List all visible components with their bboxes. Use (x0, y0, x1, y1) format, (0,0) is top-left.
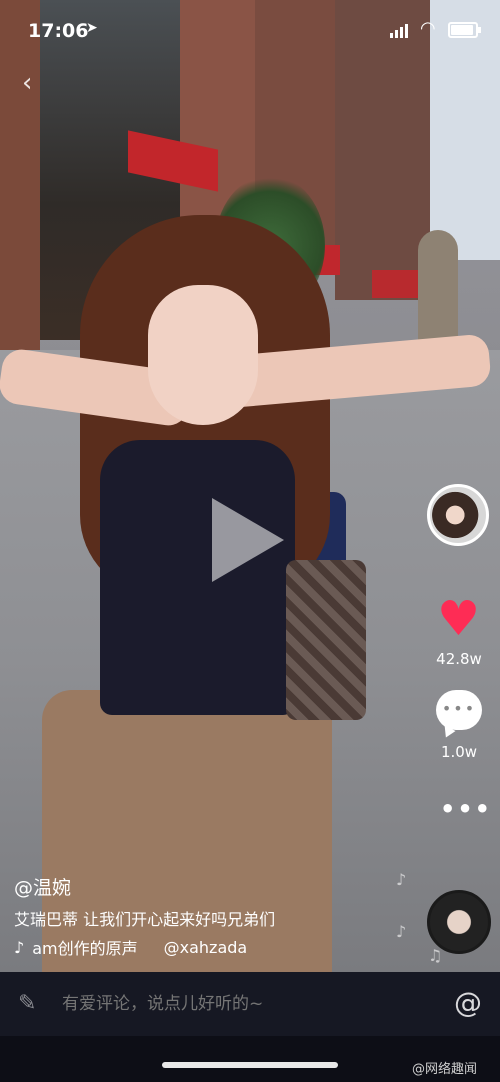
music-note-icon: ♪ (396, 870, 407, 889)
handbag (286, 560, 366, 720)
battery-fill (451, 25, 474, 35)
location-arrow-icon: ➤ (86, 20, 98, 36)
status-time: 17:06 (28, 20, 89, 42)
music-disc-icon[interactable] (427, 890, 491, 954)
like-count: 42.8w (436, 650, 482, 668)
music-note-icon-2: ♪ (396, 922, 407, 941)
home-indicator[interactable] (162, 1062, 338, 1068)
wifi-icon: ◠ (420, 18, 436, 39)
watermark: @网络趣闻 (412, 1062, 478, 1077)
comment-dots: ••• (441, 699, 477, 718)
person-face (148, 285, 258, 425)
pen-icon: ✎ (18, 991, 37, 1016)
comment-input[interactable] (62, 993, 422, 1015)
red-awning-3 (372, 270, 418, 298)
heart-icon[interactable]: ♥ (437, 595, 480, 643)
status-bar: 17:06 ➤ ◠ (0, 0, 500, 60)
patio-umbrella (418, 230, 458, 350)
video-description: 艾瑞巴蒂 让我们开心起来好吗兄弟们 (14, 910, 276, 929)
cellular-signal-icon (390, 24, 408, 38)
music-note-icon-3: ♫ (428, 946, 443, 965)
author-avatar[interactable] (427, 484, 489, 546)
video-screen: 17:06 ➤ ◠ ‹ ♥ 42.8w ••• 1.0w ••• ♪ ♪ ♫ @… (0, 0, 500, 1082)
play-icon[interactable] (212, 498, 284, 582)
music-author: @xahzada (163, 937, 248, 957)
comment-count: 1.0w (440, 743, 478, 761)
comment-icon[interactable]: ••• (436, 690, 482, 730)
back-chevron-icon[interactable]: ‹ (22, 68, 32, 98)
tiktok-note-icon: ♪ (14, 937, 25, 957)
comment-bar: ✎ @ (0, 972, 500, 1036)
video-frame[interactable] (0, 0, 500, 972)
mention-button[interactable]: @ (454, 986, 482, 1019)
music-title: am创作的原声 (32, 939, 138, 958)
more-icon[interactable]: ••• (440, 795, 492, 823)
battery-icon (448, 22, 481, 38)
music-info[interactable]: ♪ am创作的原声 @xahzada (14, 935, 247, 959)
author-username[interactable]: @温婉 (14, 873, 71, 900)
